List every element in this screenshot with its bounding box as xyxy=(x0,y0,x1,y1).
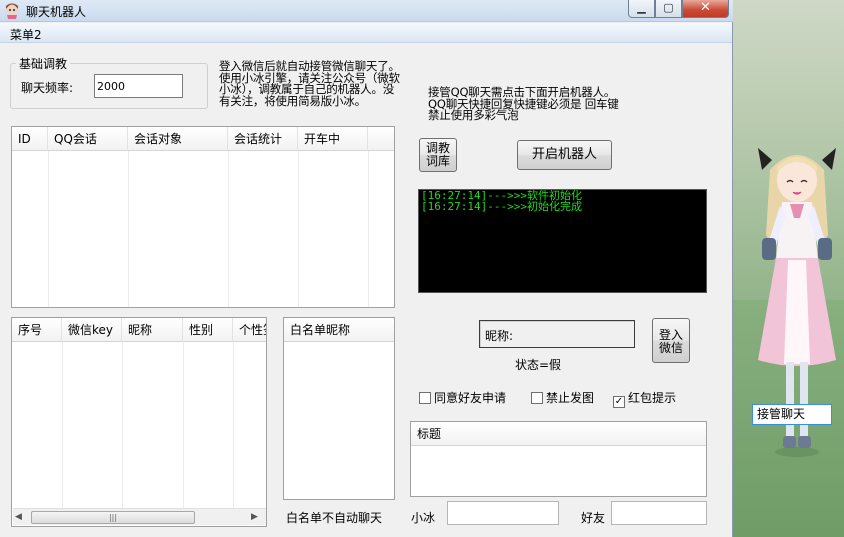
window-title: 聊天机器人 xyxy=(26,5,87,19)
accept-friend-checkbox[interactable]: 同意好友申请 xyxy=(419,389,506,405)
chat-frequency-input[interactable] xyxy=(94,74,183,98)
title-list-header[interactable]: 标题 xyxy=(411,422,706,446)
xiaobing-input[interactable] xyxy=(447,501,559,525)
scroll-thumb[interactable]: ||| xyxy=(31,511,195,524)
friend-label: 好友 xyxy=(581,511,606,525)
column-header[interactable]: 序号 xyxy=(12,318,62,342)
column-header[interactable]: 昵称 xyxy=(122,318,183,342)
friend-table[interactable]: 序号 微信key 昵称 性别 个性签 ◀ ||| ▶ xyxy=(11,317,267,527)
menu-bar: 菜单2 xyxy=(0,23,732,43)
column-header[interactable]: ID xyxy=(12,127,48,151)
status-text: 状态=假 xyxy=(515,358,562,372)
close-button[interactable]: ✕ xyxy=(682,0,729,18)
xiaobing-label: 小冰 xyxy=(411,511,436,525)
scroll-left-arrow-icon[interactable]: ◀ xyxy=(15,511,27,523)
chat-frequency-label: 聊天频率: xyxy=(21,81,74,95)
title-bar[interactable]: 聊天机器人 ▁ ▢ ✕ xyxy=(0,0,733,22)
wechat-instructions: 登入微信后就自动接管微信聊天了。 使用小冰引擎，请关注公众号（微软 小冰），调教… xyxy=(219,59,400,108)
whitelist-table[interactable]: 白名单昵称 xyxy=(283,317,395,500)
app-window: 聊天机器人 ▁ ▢ ✕ 菜单2 基础调教 聊天频率: 登入微信后就自动接管微信聊… xyxy=(0,0,733,537)
checkbox-label: 同意好友申请 xyxy=(434,391,507,405)
checkbox-box[interactable] xyxy=(419,392,431,404)
qq-instructions: 接管QQ聊天需点击下面开启机器人。 QQ聊天快捷回复快捷键必须是 回车键 禁止使… xyxy=(428,85,619,122)
checkbox-box[interactable] xyxy=(531,392,543,404)
red-packet-checkbox[interactable]: ✓ 红包提示 xyxy=(613,389,677,408)
horizontal-scrollbar[interactable]: ◀ ||| ▶ xyxy=(13,508,266,525)
column-header[interactable]: 会话统计 xyxy=(228,127,298,151)
column-header[interactable]: QQ会话 xyxy=(48,127,128,151)
session-table[interactable]: ID QQ会话 会话对象 会话统计 开车中 xyxy=(11,126,395,308)
start-robot-button[interactable]: 开启机器人 xyxy=(517,140,612,170)
nickname-display: 昵称: xyxy=(479,320,635,348)
train-lexicon-button[interactable]: 调教 词库 xyxy=(419,138,457,172)
column-header[interactable]: 开车中 xyxy=(298,127,368,151)
minimize-button[interactable]: ▁ xyxy=(628,0,655,18)
whitelist-caption: 白名单不自动聊天 xyxy=(286,511,383,525)
column-header[interactable]: 会话对象 xyxy=(128,127,228,151)
checkmark-icon[interactable]: ✓ xyxy=(613,396,625,408)
no-image-checkbox[interactable]: 禁止发图 xyxy=(531,389,594,405)
basic-training-title: 基础调教 xyxy=(16,55,71,72)
column-header[interactable]: 性别 xyxy=(183,318,233,342)
checkbox-label: 禁止发图 xyxy=(546,391,595,405)
title-list[interactable]: 标题 xyxy=(410,421,707,497)
friend-input[interactable] xyxy=(611,501,707,525)
app-avatar-icon xyxy=(6,3,18,19)
checkbox-label: 红包提示 xyxy=(628,391,677,405)
maximize-button[interactable]: ▢ xyxy=(655,0,682,18)
session-table-header: ID QQ会话 会话对象 会话统计 开车中 xyxy=(12,127,394,151)
scroll-right-arrow-icon[interactable]: ▶ xyxy=(251,511,263,523)
menu-item-2[interactable]: 菜单2 xyxy=(10,26,42,43)
column-header[interactable]: 白名单昵称 xyxy=(284,318,394,342)
column-header[interactable]: 微信key xyxy=(62,318,122,342)
takeover-chat-label[interactable]: 接管聊天 xyxy=(752,404,832,425)
whitelist-header: 白名单昵称 xyxy=(284,318,394,342)
login-wechat-button[interactable]: 登入 微信 xyxy=(652,318,690,363)
friend-table-header: 序号 微信key 昵称 性别 个性签 xyxy=(12,318,266,342)
column-header[interactable]: 个性签 xyxy=(233,318,266,342)
log-line: [16:27:14]--->>>初始化完成 xyxy=(421,200,582,213)
log-console: [16:27:14]--->>>软件初始化 [16:27:14]--->>>初始… xyxy=(418,189,707,293)
